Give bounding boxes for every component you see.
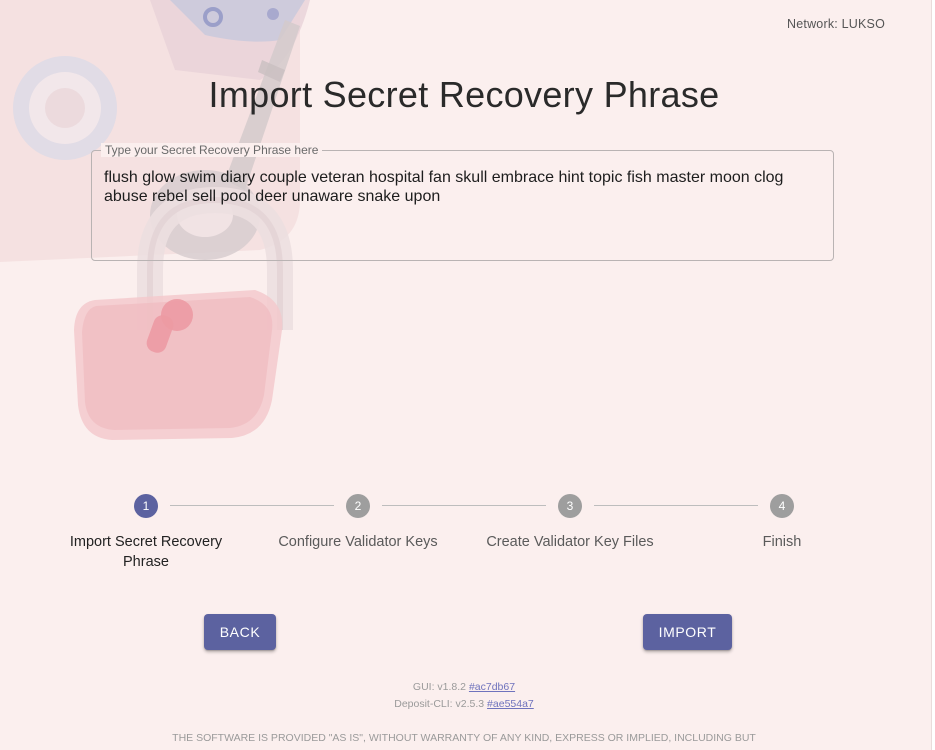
- back-button[interactable]: BACK: [204, 614, 276, 650]
- step-finish: 4 Finish: [676, 494, 888, 552]
- gui-version-text: GUI: v1.8.2: [412, 681, 467, 693]
- import-button[interactable]: IMPORT: [643, 614, 732, 650]
- gui-commit-link[interactable]: #ac7db67: [469, 681, 515, 693]
- step-import-phrase: 1 Import Secret Recovery Phrase: [40, 494, 252, 572]
- step-number-badge: 4: [770, 494, 794, 518]
- recovery-phrase-input[interactable]: flush glow swim diary couple veteran hos…: [104, 168, 819, 206]
- scrollbar-track[interactable]: [931, 0, 935, 750]
- step-label: Create Validator Key Files: [486, 534, 654, 550]
- step-number-badge: 3: [558, 494, 582, 518]
- gui-version: GUI: v1.8.2 #ac7db67: [0, 681, 928, 693]
- step-label: Finish: [762, 534, 802, 550]
- license-disclaimer: THE SOFTWARE IS PROVIDED "AS IS", WITHOU…: [172, 732, 756, 744]
- step-configure-keys: 2 Configure Validator Keys: [252, 494, 464, 552]
- recovery-phrase-label: Type your Secret Recovery Phrase here: [101, 143, 323, 157]
- step-number-badge: 1: [134, 494, 158, 518]
- page-title: Import Secret Recovery Phrase: [208, 74, 720, 115]
- cli-commit-link[interactable]: #ae554a7: [487, 698, 534, 710]
- step-label: Configure Validator Keys: [278, 534, 438, 550]
- cli-version-text: Deposit-CLI: v2.5.3: [394, 698, 485, 710]
- recovery-phrase-field[interactable]: Type your Secret Recovery Phrase here fl…: [91, 143, 834, 261]
- step-label: Import Secret Recovery Phrase: [69, 534, 223, 570]
- cli-version: Deposit-CLI: v2.5.3 #ae554a7: [0, 698, 928, 710]
- step-number-badge: 2: [346, 494, 370, 518]
- progress-stepper: 1 Import Secret Recovery Phrase 2 Config…: [40, 494, 888, 584]
- network-indicator: Network: LUKSO: [787, 17, 885, 31]
- step-create-key-files: 3 Create Validator Key Files: [464, 494, 676, 552]
